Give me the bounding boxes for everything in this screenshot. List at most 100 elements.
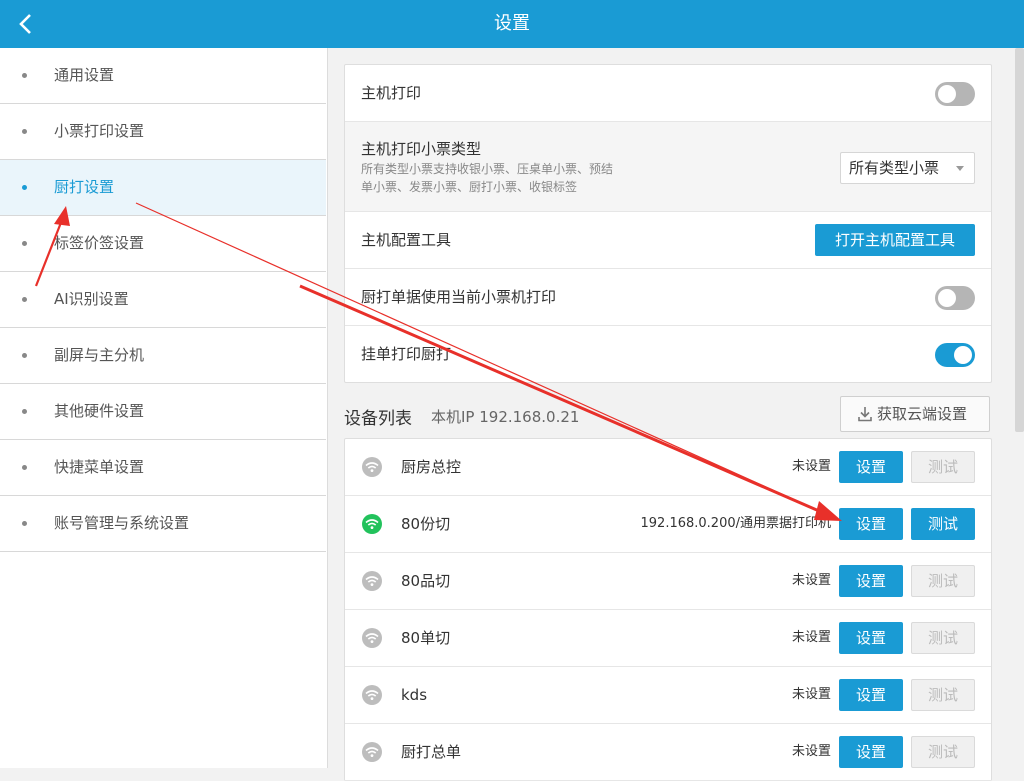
device-set-button[interactable]: 设置 (839, 565, 903, 597)
device-set-button[interactable]: 设置 (839, 679, 903, 711)
device-status: 未设置 (791, 459, 831, 474)
sidebar-item-label: 副屏与主分机 (54, 346, 145, 364)
wifi-icon (362, 514, 382, 534)
bullet-icon (22, 465, 27, 470)
hang-order-print-toggle[interactable] (935, 343, 975, 367)
sidebar-item-label: 标签价签设置 (54, 234, 145, 252)
sidebar-item-shortcut-menu[interactable]: 快捷菜单设置 (0, 440, 326, 496)
hang-order-print-label: 挂单打印厨打 (361, 345, 452, 363)
wifi-icon (362, 742, 382, 762)
host-ticket-type-desc-1: 所有类型小票支持收银小票、压桌单小票、预结 (361, 162, 614, 176)
wifi-icon (362, 628, 382, 648)
download-icon (858, 407, 872, 422)
main-content: 主机打印 主机打印小票类型 所有类型小票支持收银小票、压桌单小票、预结 单小票、… (328, 48, 1024, 781)
device-status: 未设置 (791, 630, 831, 645)
toggle-knob (954, 346, 972, 364)
sidebar-item-label: 小票打印设置 (54, 122, 145, 140)
device-test-button: 测试 (911, 622, 975, 654)
sidebar: 通用设置 小票打印设置 厨打设置 标签价签设置 AI识别设置 副屏与主分机 其他… (0, 48, 328, 768)
device-row: 厨房总控 未设置 设置 测试 (345, 439, 991, 496)
fetch-cloud-settings-button[interactable]: 获取云端设置 (840, 396, 990, 432)
sidebar-item-ai-recognition[interactable]: AI识别设置 (0, 272, 326, 328)
ticket-type-select[interactable]: 所有类型小票 (840, 152, 975, 184)
device-test-button: 测试 (911, 736, 975, 768)
device-name: 厨房总控 (401, 458, 462, 476)
host-print-toggle[interactable] (935, 82, 975, 106)
device-test-button[interactable]: 测试 (911, 508, 975, 540)
chevron-left-icon (19, 14, 31, 34)
device-set-button[interactable]: 设置 (839, 736, 903, 768)
device-status: 未设置 (791, 687, 831, 702)
toggle-knob (938, 289, 956, 307)
bullet-icon (22, 521, 27, 526)
device-test-button: 测试 (911, 565, 975, 597)
host-print-label: 主机打印 (361, 84, 422, 102)
top-bar: 设置 (0, 0, 1024, 48)
host-config-tool-row: 主机配置工具 打开主机配置工具 (345, 212, 991, 269)
bullet-icon (22, 353, 27, 358)
host-print-row: 主机打印 (345, 65, 991, 122)
host-ticket-type-row: 主机打印小票类型 所有类型小票支持收银小票、压桌单小票、预结 单小票、发票小票、… (345, 122, 991, 212)
sidebar-item-label: 快捷菜单设置 (54, 458, 145, 476)
device-list: 厨房总控 未设置 设置 测试 80份切 192.168.0.200/通用票据打印… (344, 438, 992, 781)
back-button[interactable] (10, 8, 42, 40)
device-list-header: 设备列表 本机IP 192.168.0.21 获取云端设置 (344, 396, 990, 436)
kitchen-use-current-toggle[interactable] (935, 286, 975, 310)
local-ip-label: 本机IP 192.168.0.21 (431, 408, 580, 426)
bullet-icon (22, 185, 27, 190)
bullet-icon (22, 409, 27, 414)
wifi-icon (362, 685, 382, 705)
device-status: 未设置 (791, 573, 831, 588)
hang-order-print-row: 挂单打印厨打 (345, 326, 991, 382)
device-name: kds (401, 686, 428, 704)
device-set-button[interactable]: 设置 (839, 508, 903, 540)
scrollbar[interactable] (1015, 48, 1024, 432)
kitchen-use-current-label: 厨打单据使用当前小票机打印 (361, 288, 557, 306)
device-row: 80份切 192.168.0.200/通用票据打印机 设置 测试 (345, 496, 991, 553)
host-ticket-type-label: 主机打印小票类型 (361, 140, 482, 158)
device-set-button[interactable]: 设置 (839, 451, 903, 483)
device-name: 厨打总单 (401, 743, 462, 761)
ticket-type-select-value: 所有类型小票 (849, 159, 940, 177)
bullet-icon (22, 73, 27, 78)
sidebar-item-label: AI识别设置 (54, 290, 129, 308)
sidebar-item-label: 通用设置 (54, 66, 115, 84)
sidebar-item-general[interactable]: 通用设置 (0, 48, 326, 104)
open-host-config-tool-button[interactable]: 打开主机配置工具 (815, 224, 975, 256)
sidebar-item-account-system[interactable]: 账号管理与系统设置 (0, 496, 326, 552)
kitchen-use-current-row: 厨打单据使用当前小票机打印 (345, 269, 991, 326)
device-status: 未设置 (791, 744, 831, 759)
device-row: kds 未设置 设置 测试 (345, 667, 991, 724)
bullet-icon (22, 129, 27, 134)
bullet-icon (22, 297, 27, 302)
device-test-button: 测试 (911, 679, 975, 711)
wifi-icon (362, 457, 382, 477)
fetch-cloud-settings-label: 获取云端设置 (877, 405, 968, 423)
device-row: 厨打总单 未设置 设置 测试 (345, 724, 991, 781)
page-title: 设置 (494, 13, 530, 34)
device-name: 80单切 (401, 629, 451, 647)
toggle-knob (938, 85, 956, 103)
settings-card: 主机打印 主机打印小票类型 所有类型小票支持收银小票、压桌单小票、预结 单小票、… (344, 64, 992, 383)
sidebar-item-label: 厨打设置 (54, 178, 115, 196)
device-name: 80份切 (401, 515, 451, 533)
host-ticket-type-desc-2: 单小票、发票小票、厨打小票、收银标签 (361, 180, 578, 194)
sidebar-item-receipt-print[interactable]: 小票打印设置 (0, 104, 326, 160)
device-name: 80品切 (401, 572, 451, 590)
bullet-icon (22, 241, 27, 246)
sidebar-item-label: 账号管理与系统设置 (54, 514, 190, 532)
sidebar-item-other-hardware[interactable]: 其他硬件设置 (0, 384, 326, 440)
sidebar-item-label: 其他硬件设置 (54, 402, 145, 420)
device-set-button[interactable]: 设置 (839, 622, 903, 654)
host-config-tool-label: 主机配置工具 (361, 231, 452, 249)
device-row: 80单切 未设置 设置 测试 (345, 610, 991, 667)
device-row: 80品切 未设置 设置 测试 (345, 553, 991, 610)
sidebar-item-label-price-tag[interactable]: 标签价签设置 (0, 216, 326, 272)
chevron-down-icon (956, 166, 964, 171)
wifi-icon (362, 571, 382, 591)
device-list-title: 设备列表 (344, 409, 412, 429)
sidebar-item-secondary-screen[interactable]: 副屏与主分机 (0, 328, 326, 384)
device-test-button: 测试 (911, 451, 975, 483)
device-status: 192.168.0.200/通用票据打印机 (640, 516, 832, 531)
sidebar-item-kitchen-print[interactable]: 厨打设置 (0, 160, 326, 216)
